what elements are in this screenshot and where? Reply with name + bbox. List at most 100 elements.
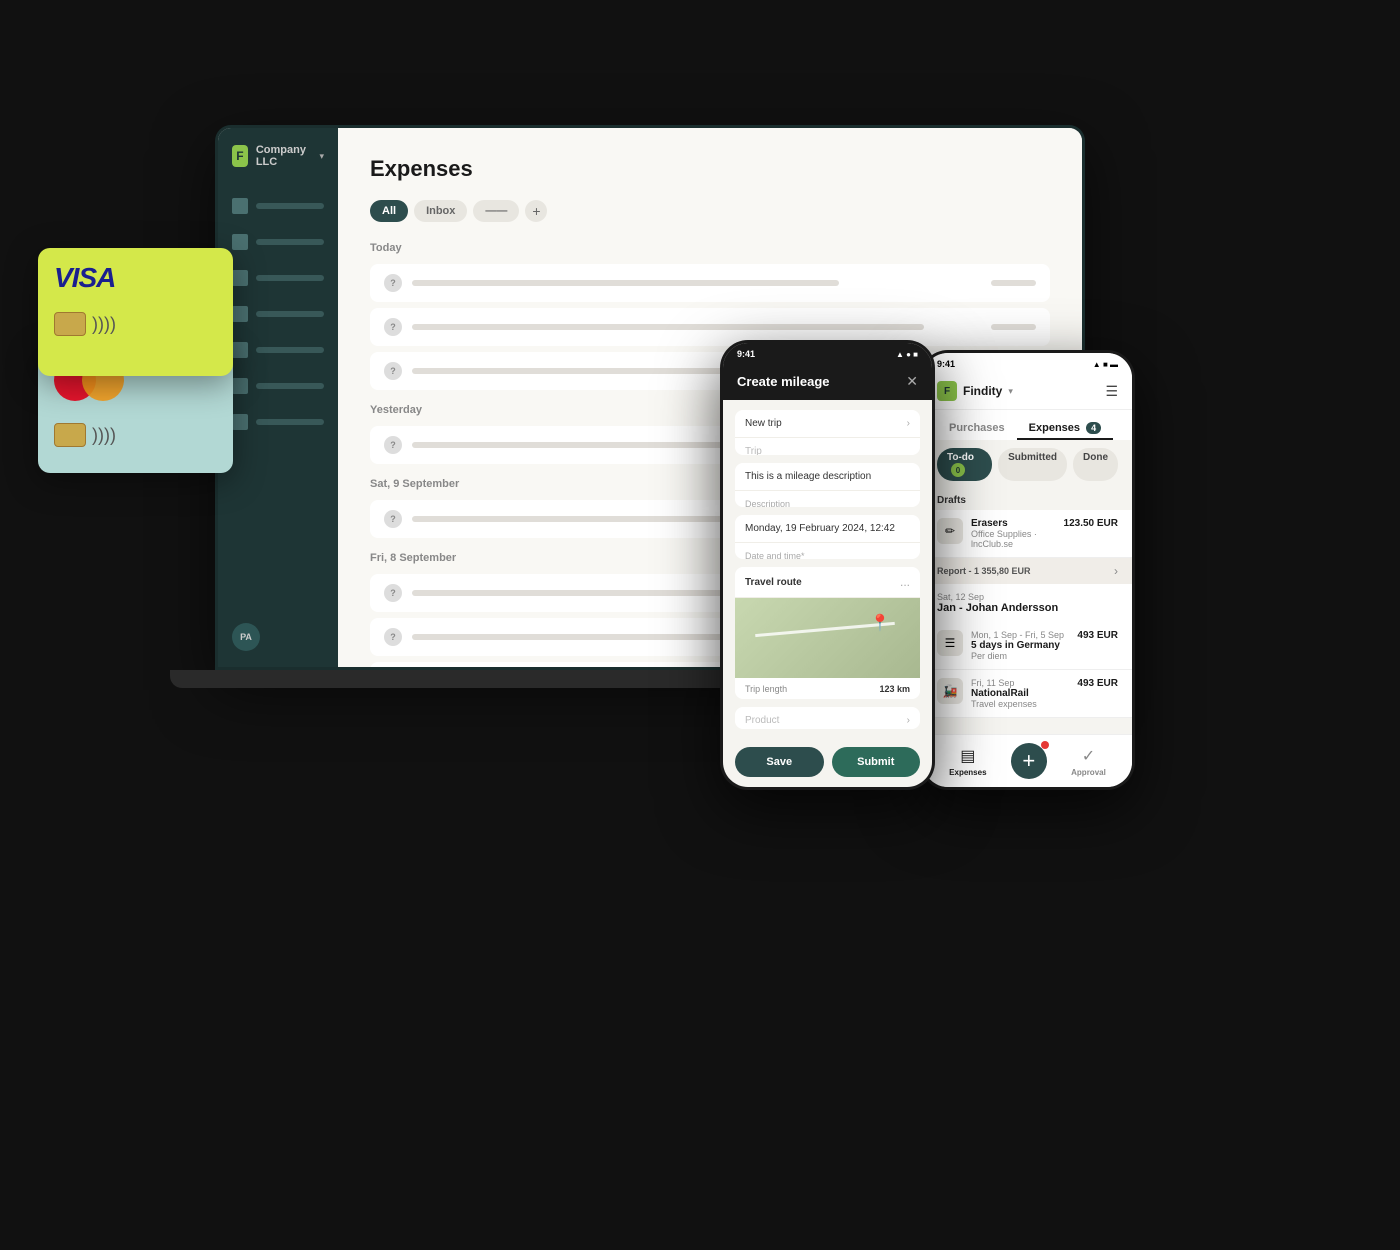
expense-name: NationalRail — [971, 688, 1069, 699]
expense-name: 5 days in Germany — [971, 640, 1069, 651]
card-icon — [232, 342, 248, 358]
findity-brand-chevron-icon[interactable]: ▾ — [1008, 386, 1013, 397]
expense-date: Fri, 11 Sep — [971, 678, 1069, 688]
page-title: Expenses — [370, 156, 1050, 182]
phone2-body: Drafts ✏ Erasers Office Supplies · lncCl… — [923, 489, 1132, 734]
sidebar-company-name: Company LLC — [256, 144, 310, 168]
findity-brand-name: Findity — [963, 384, 1002, 398]
expense-amount: 123.50 EUR — [1064, 518, 1118, 529]
add-icon: + — [1022, 750, 1035, 772]
list-item[interactable]: ✏ Erasers Office Supplies · lncClub.se 1… — [923, 510, 1132, 558]
sidebar-nav-label-bar — [256, 203, 324, 209]
chip-icon — [54, 312, 86, 336]
expenses-nav-item[interactable]: ▤ Expenses — [949, 746, 986, 777]
expense-info: Erasers Office Supplies · lncClub.se — [971, 518, 1056, 549]
phone2-status-icons: ▲ ■ ▬ — [1093, 360, 1118, 369]
phone-create-mileage: 9:41 ▲ ● ■ Create mileage ✕ New trip › T… — [720, 340, 935, 790]
tab-purchases[interactable]: Purchases — [937, 418, 1017, 440]
phone1-status-icons: ▲ ● ■ — [896, 350, 918, 359]
sidebar-nav-label-bar3 — [256, 275, 324, 281]
sidebar-item-notifications[interactable] — [218, 296, 338, 332]
description-value: This is a mileage description — [745, 471, 871, 482]
expense-sub: Travel expenses — [971, 699, 1069, 709]
origin-value: 10 John Street, London, UK — [799, 698, 910, 699]
map-details: Trip length 123 km Origin 10 John Street… — [735, 678, 920, 699]
expense-amount-bar — [991, 280, 1036, 286]
sidebar-item-starred[interactable] — [218, 368, 338, 404]
trip-select-value: New trip — [745, 418, 782, 429]
description-placeholder-row: Description — [735, 491, 920, 507]
table-row[interactable]: ? — [370, 264, 1050, 302]
sidebar-item-settings[interactable] — [218, 404, 338, 440]
filter-submitted[interactable]: Submitted — [998, 448, 1067, 481]
visa-card: VISA )))) — [38, 248, 233, 376]
product-group: Product › — [735, 707, 920, 729]
sidebar-nav-label-bar4 — [256, 311, 324, 317]
sidebar-item-reports[interactable] — [218, 224, 338, 260]
product-label: Product — [745, 715, 779, 726]
table-row[interactable]: ? — [370, 308, 1050, 346]
map-visual: 📍 — [735, 598, 920, 678]
tab-expenses[interactable]: Expenses 4 — [1017, 418, 1113, 440]
tab-add-button[interactable]: + — [525, 200, 547, 222]
filter-todo[interactable]: To-do 0 — [937, 448, 992, 481]
datetime-value: Monday, 19 February 2024, 12:42 — [745, 523, 895, 534]
sidebar-nav-label-bar7 — [256, 419, 324, 425]
expense-date: Mon, 1 Sep - Fri, 5 Sep — [971, 630, 1069, 640]
hamburger-menu-icon[interactable]: ☰ — [1105, 383, 1118, 400]
trip-placeholder-row: Trip — [735, 438, 920, 455]
expense-sub: Office Supplies · lncClub.se — [971, 529, 1056, 549]
trip-select-group: New trip › Trip — [735, 410, 920, 455]
expense-icon: ✏ — [937, 518, 963, 544]
tab-other[interactable]: —— — [473, 200, 519, 222]
expenses-nav-icon: ▤ — [960, 746, 975, 766]
sidebar-item-expenses[interactable] — [218, 188, 338, 224]
phone1-close-icon[interactable]: ✕ — [906, 373, 918, 390]
report-date: Sat, 12 Sep — [937, 592, 1118, 602]
approval-nav-item[interactable]: ✓ Approval — [1071, 746, 1106, 777]
product-chevron-icon: › — [907, 715, 910, 726]
filter-done[interactable]: Done — [1073, 448, 1118, 481]
expense-info: Fri, 11 Sep NationalRail Travel expenses — [971, 678, 1069, 709]
unknown-icon: ? — [384, 628, 402, 646]
map-header: Travel route ... — [735, 567, 920, 598]
list-item[interactable]: ☰ Mon, 1 Sep - Fri, 5 Sep 5 days in Germ… — [923, 622, 1132, 670]
report-row: Report - 1 355,80 EUR › — [923, 558, 1132, 584]
chip-row: )))) — [54, 312, 217, 336]
bell-icon — [232, 306, 248, 322]
unknown-icon: ? — [384, 510, 402, 528]
users-icon — [232, 270, 248, 286]
description-row[interactable]: This is a mileage description — [735, 463, 920, 491]
datetime-placeholder-row: Date and time* — [735, 543, 920, 559]
sidebar-item-users[interactable] — [218, 260, 338, 296]
phone-findity: 9:41 ▲ ■ ▬ F Findity ▾ ☰ Purchases Expen… — [920, 350, 1135, 790]
unknown-icon: ? — [384, 436, 402, 454]
datetime-row[interactable]: Monday, 19 February 2024, 12:42 — [735, 515, 920, 543]
sidebar-nav-label-bar2 — [256, 239, 324, 245]
expense-name: Erasers — [971, 518, 1056, 529]
save-button[interactable]: Save — [735, 747, 824, 777]
phone2-tabs: Purchases Expenses 4 — [923, 410, 1132, 440]
report-detail[interactable]: Sat, 12 Sep Jan - Johan Andersson — [923, 584, 1132, 622]
sidebar-item-cards[interactable] — [218, 332, 338, 368]
tab-inbox[interactable]: Inbox — [414, 200, 467, 222]
expenses-nav-label: Expenses — [949, 768, 986, 777]
tab-all[interactable]: All — [370, 200, 408, 222]
sidebar-avatar[interactable]: PA — [232, 623, 260, 651]
todo-badge: 0 — [951, 463, 965, 477]
map-more-icon[interactable]: ... — [900, 575, 910, 589]
findity-logo-icon: F — [937, 381, 957, 401]
expense-amount-bar — [991, 324, 1036, 330]
sidebar-nav-label-bar5 — [256, 347, 324, 353]
add-fab-button[interactable]: + — [1011, 743, 1047, 779]
product-row[interactable]: Product › — [735, 707, 920, 729]
list-item[interactable]: 🚂 Fri, 11 Sep NationalRail Travel expens… — [923, 670, 1132, 718]
phone1-body: New trip › Trip This is a mileage descri… — [723, 400, 932, 739]
expenses-badge: 4 — [1086, 422, 1101, 434]
sidebar-nav-label-bar6 — [256, 383, 324, 389]
trip-select-row[interactable]: New trip › — [735, 410, 920, 438]
submit-button[interactable]: Submit — [832, 747, 921, 777]
filter-row: To-do 0 Submitted Done — [923, 440, 1132, 489]
expense-name-bar — [412, 590, 725, 596]
report-chevron-icon[interactable]: › — [1114, 564, 1118, 578]
